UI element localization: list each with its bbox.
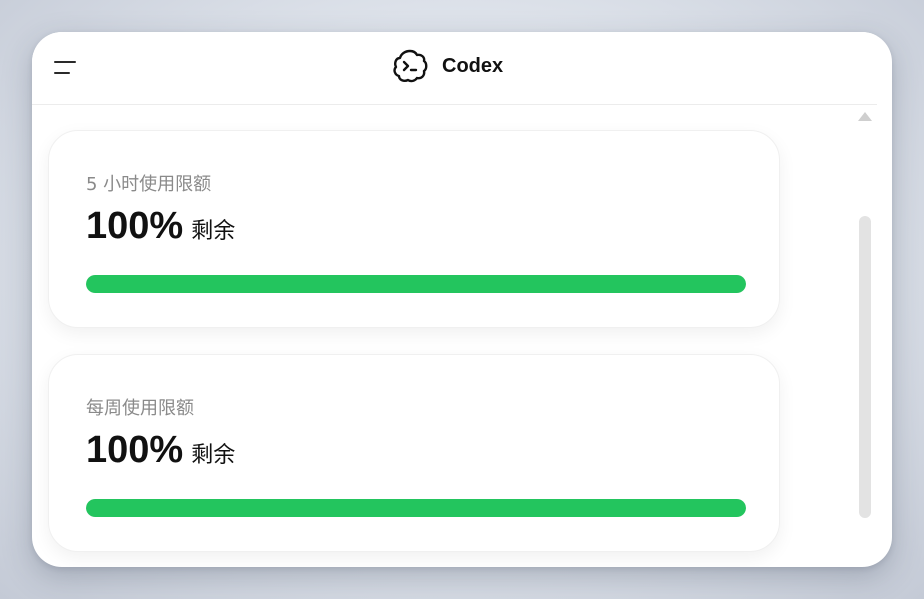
- usage-card-value: 100% 剩余: [86, 429, 235, 472]
- scroll-up-arrow-icon[interactable]: [858, 112, 872, 121]
- scrollbar-thumb[interactable]: [859, 216, 871, 518]
- usage-suffix: 剩余: [191, 443, 236, 468]
- header-bar: Codex: [32, 32, 877, 105]
- codex-logo-icon: [393, 49, 428, 83]
- progress-track: [86, 499, 746, 517]
- progress-fill: [86, 499, 746, 517]
- app-window: Codex 5 小时使用限额 100% 剩余 每周使用限额 100% 剩余: [32, 32, 892, 567]
- usage-suffix: 剩余: [191, 219, 236, 244]
- app-title: Codex: [442, 54, 504, 77]
- usage-card-label: 5 小时使用限额: [86, 174, 212, 195]
- progress-fill: [86, 275, 746, 293]
- usage-percent: 100%: [86, 205, 184, 247]
- menu-line-top: [54, 61, 76, 63]
- usage-card-5h: 5 小时使用限额 100% 剩余: [48, 130, 780, 328]
- usage-card-weekly: 每周使用限额 100% 剩余: [48, 354, 780, 552]
- usage-card-value: 100% 剩余: [86, 205, 235, 248]
- menu-line-bottom: [54, 72, 70, 74]
- usage-percent: 100%: [86, 429, 184, 471]
- progress-track: [86, 275, 746, 293]
- usage-card-label: 每周使用限额: [86, 398, 194, 419]
- hamburger-menu-icon[interactable]: [54, 58, 80, 78]
- brand: Codex: [392, 48, 503, 84]
- usage-content: 5 小时使用限额 100% 剩余 每周使用限额 100% 剩余: [32, 105, 877, 567]
